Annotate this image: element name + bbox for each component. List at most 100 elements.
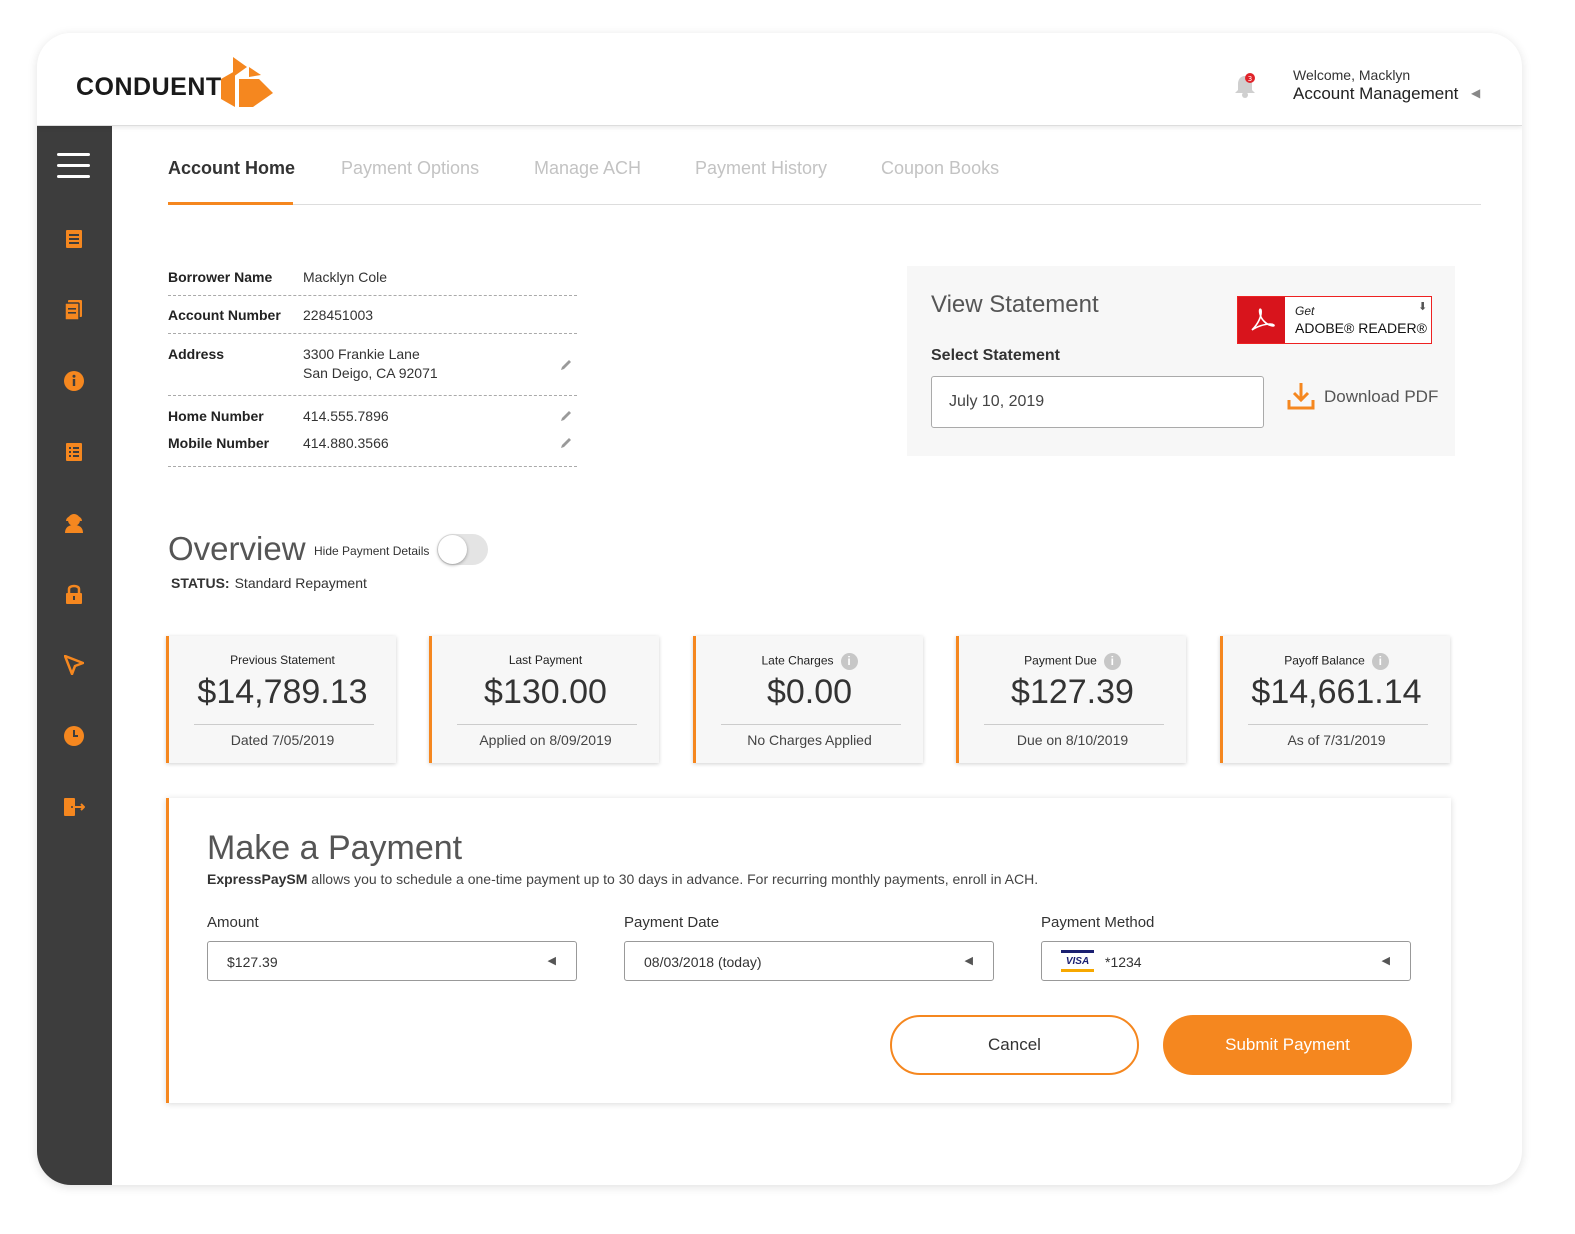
card-title-row: Payoff Balance i — [1223, 653, 1450, 670]
cancel-button[interactable]: Cancel — [890, 1015, 1139, 1075]
card-footnote: As of 7/31/2019 — [1287, 732, 1386, 748]
phone-rows: Home Number 414.555.7896 Mobile Number 4… — [168, 396, 577, 467]
make-payment-heading: Make a Payment — [207, 829, 463, 867]
caret-icon: ◀ — [964, 955, 973, 967]
address-line1: 3300 Frankie Lane — [303, 346, 420, 362]
welcome-text: Welcome, Macklyn — [1293, 67, 1411, 83]
card-title: Previous Statement — [230, 653, 335, 667]
payment-method-select[interactable]: VISA *1234 ◀ — [1041, 941, 1411, 981]
amount-label: Amount — [207, 914, 259, 931]
info-icon[interactable]: i — [1371, 653, 1389, 670]
lock-icon[interactable] — [63, 583, 85, 605]
payment-date-value: 08/03/2018 (today) — [644, 954, 762, 970]
hamburger-menu-icon[interactable] — [57, 153, 90, 186]
borrower-info: Borrower Name Macklyn Cole Account Numbe… — [168, 263, 577, 467]
card-value: $14,789.13 — [197, 673, 368, 711]
caret-icon: ◀ — [1381, 955, 1390, 967]
card-title: Last Payment — [508, 653, 583, 667]
borrower-name-row: Borrower Name Macklyn Cole — [168, 263, 577, 296]
payment-date-select[interactable]: 08/03/2018 (today) ◀ — [624, 941, 994, 981]
tab-payment-history[interactable]: Payment History — [695, 158, 827, 179]
borrower-name-label: Borrower Name — [168, 269, 273, 285]
account-number-row: Account Number 228451003 — [168, 296, 577, 334]
amount-select[interactable]: $127.39 ◀ — [207, 941, 577, 981]
view-statement-title: View Statement — [931, 291, 1099, 318]
visa-card-icon: VISA — [1061, 950, 1094, 972]
tab-account-home[interactable]: Account Home — [168, 158, 295, 179]
status-line: STATUS: Standard Repayment — [171, 575, 367, 591]
amount-value: $127.39 — [227, 954, 278, 970]
adobe-pdf-icon — [1238, 297, 1285, 343]
borrower-name-value: Macklyn Cole — [303, 269, 388, 285]
account-number-value: 228451003 — [303, 307, 374, 323]
last-payment-card: Last Payment $130.00 Applied on 8/09/201… — [429, 636, 659, 763]
edit-mobile-number-pencil-icon[interactable] — [559, 436, 573, 453]
info-icon[interactable]: i — [840, 653, 858, 670]
address-line2: San Deigo, CA 92071 — [303, 365, 438, 381]
payment-due-card: Payment Due i $127.39 Due on 8/10/2019 — [956, 636, 1186, 763]
account-menu-caret-icon[interactable]: ◀ — [1471, 86, 1480, 100]
card-footnote: Dated 7/05/2019 — [230, 732, 335, 748]
info-icon[interactable]: i — [1103, 653, 1121, 670]
status-value: Standard Repayment — [234, 575, 367, 591]
clock-icon[interactable] — [63, 725, 85, 747]
address-label: Address — [168, 346, 225, 362]
tab-coupon-books[interactable]: Coupon Books — [881, 158, 999, 179]
edit-home-number-pencil-icon[interactable] — [559, 409, 573, 426]
payment-description-text: allows you to schedule a one-time paymen… — [311, 871, 1039, 887]
top-header: CONDUENT 3 Welcome, Macklyn Account Mana… — [37, 33, 1522, 126]
tab-manage-ach[interactable]: Manage ACH — [534, 158, 641, 179]
logo-wordmark[interactable]: CONDUENT — [76, 73, 222, 102]
notifications-bell-icon[interactable]: 3 — [1233, 73, 1257, 104]
app-window: CONDUENT 3 Welcome, Macklyn Account Mana… — [37, 33, 1522, 1185]
select-statement-label: Select Statement — [931, 347, 1060, 364]
card-footnote: No Charges Applied — [747, 732, 872, 748]
send-icon[interactable] — [63, 654, 85, 676]
edit-address-pencil-icon[interactable] — [559, 358, 573, 375]
late-charges-card: Late Charges i $0.00 No Charges Applied — [693, 636, 923, 763]
card-title-row: Late Charges i — [696, 653, 923, 670]
submit-payment-button[interactable]: Submit Payment — [1163, 1015, 1412, 1075]
payment-method-value: *1234 — [1105, 954, 1142, 970]
home-number-value: 414.555.7896 — [303, 408, 389, 424]
card-footnote: Applied on 8/09/2019 — [479, 732, 612, 748]
adobe-reader-label: ADOBE® READER® — [1295, 320, 1427, 336]
download-pdf-icon[interactable] — [1287, 381, 1315, 416]
overview-heading: Overview — [168, 530, 306, 567]
payment-method-label: Payment Method — [1041, 914, 1155, 931]
document-icon[interactable] — [63, 299, 85, 321]
payment-date-label: Payment Date — [624, 914, 720, 931]
support-agent-icon[interactable] — [63, 512, 85, 534]
get-adobe-reader-button[interactable]: Get ADOBE® READER® ⬇ — [1237, 296, 1432, 344]
card-value: $127.39 — [1011, 673, 1134, 711]
tab-bar: Account Home Payment Options Manage ACH … — [168, 151, 1481, 205]
download-pdf-link[interactable]: Download PDF — [1324, 387, 1438, 407]
account-management-menu[interactable]: Account Management — [1293, 84, 1458, 104]
mobile-number-value: 414.880.3566 — [303, 435, 389, 451]
logout-icon[interactable] — [63, 796, 85, 818]
payment-description: ExpressPaySM allows you to schedule a on… — [207, 871, 1038, 887]
adobe-download-arrow-icon: ⬇ — [1418, 301, 1428, 313]
card-value: $130.00 — [484, 673, 607, 711]
mobile-number-label: Mobile Number — [168, 435, 270, 451]
expresspay-brand: ExpressPaySM — [207, 871, 308, 887]
active-tab-indicator — [168, 202, 293, 205]
card-title: Payment Due — [1024, 653, 1097, 668]
card-footnote: Due on 8/10/2019 — [1016, 732, 1129, 748]
home-number-label: Home Number — [168, 408, 264, 424]
hide-payment-details-toggle[interactable] — [437, 534, 488, 565]
statement-select[interactable]: July 10, 2019 — [931, 376, 1264, 428]
caret-icon: ◀ — [547, 955, 556, 967]
card-title: Late Charges — [761, 653, 834, 668]
hide-payment-details-label: Hide Payment Details — [314, 544, 430, 558]
payoff-balance-card: Payoff Balance i $14,661.14 As of 7/31/20… — [1220, 636, 1450, 763]
checklist-icon[interactable] — [63, 441, 85, 463]
notification-count-badge: 3 — [1248, 75, 1252, 83]
list-icon[interactable] — [63, 228, 85, 250]
tab-payment-options[interactable]: Payment Options — [341, 158, 479, 179]
info-icon[interactable] — [63, 370, 85, 392]
card-value: $14,661.14 — [1251, 673, 1422, 711]
account-number-label: Account Number — [168, 307, 281, 323]
address-row: Address 3300 Frankie Lane San Deigo, CA … — [168, 334, 577, 396]
card-title: Payoff Balance — [1284, 653, 1365, 668]
